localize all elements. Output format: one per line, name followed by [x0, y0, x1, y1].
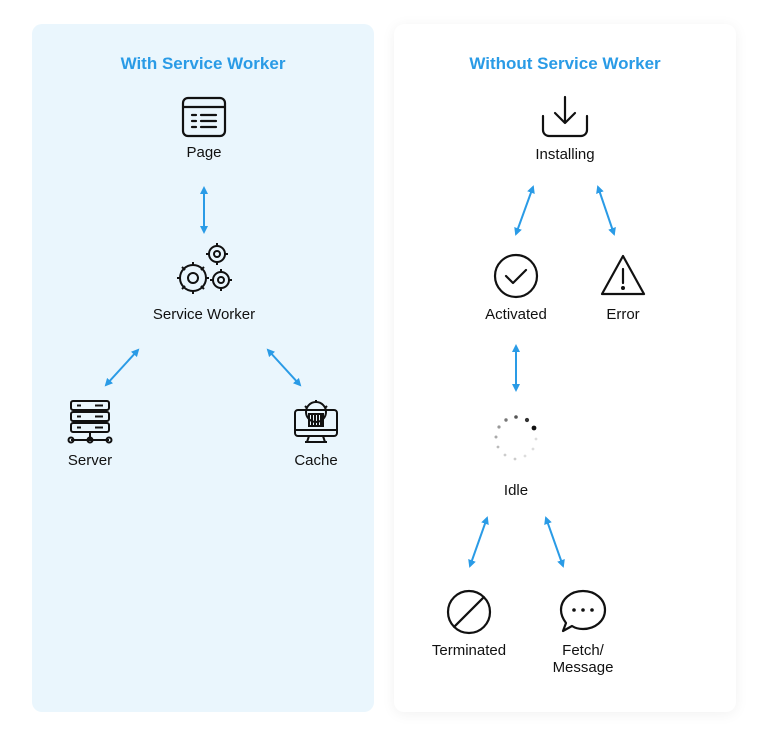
panel-title-without-service-worker: Without Service Worker	[469, 54, 661, 73]
node-fetch-message: Fetch/ Message	[538, 588, 628, 676]
chat-bubble-icon	[559, 589, 607, 633]
cache-monitor-icon	[294, 400, 338, 443]
node-service-worker: Service Worker	[134, 240, 274, 323]
server-icon	[67, 400, 113, 444]
label-message: Message	[552, 659, 614, 676]
label-idle: Idle	[503, 482, 529, 499]
label-service-worker: Service Worker	[152, 306, 256, 323]
node-terminated: Terminated	[419, 588, 519, 659]
warning-triangle-icon	[600, 254, 646, 296]
label-activated: Activated	[485, 306, 547, 323]
node-error: Error	[583, 252, 663, 323]
label-fetch: Fetch/	[562, 642, 604, 659]
label-error: Error	[606, 306, 640, 323]
node-activated: Activated	[466, 252, 566, 323]
label-cache: Cache	[294, 452, 338, 469]
node-page: Page	[154, 96, 254, 161]
label-terminated: Terminated	[431, 642, 507, 659]
label-fetch-message: Fetch/ Message	[538, 642, 628, 676]
node-server: Server	[50, 398, 130, 469]
label-page: Page	[186, 144, 222, 161]
label-installing: Installing	[535, 146, 595, 163]
gears-icon	[177, 243, 232, 294]
label-server: Server	[67, 452, 113, 469]
node-idle: Idle	[466, 412, 566, 499]
browser-page-icon	[181, 96, 227, 138]
spinner-icon	[494, 415, 538, 461]
panel-title-with-service-worker: With Service Worker	[120, 54, 286, 73]
check-circle-icon	[493, 253, 539, 299]
node-installing: Installing	[515, 94, 615, 163]
download-icon	[541, 95, 589, 138]
node-cache: Cache	[276, 398, 356, 469]
prohibited-icon	[446, 589, 492, 635]
